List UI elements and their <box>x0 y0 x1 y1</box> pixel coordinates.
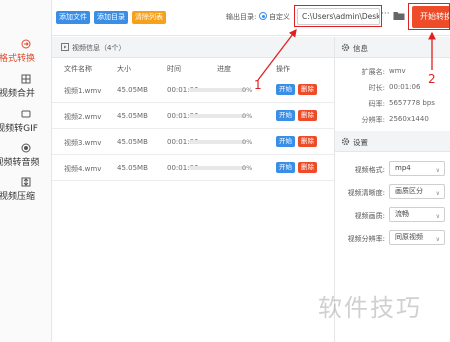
delete-button[interactable]: 删除 <box>298 110 317 121</box>
add-file-button[interactable]: 添加文件 <box>56 11 90 24</box>
column-header: 大小 <box>117 65 131 73</box>
select-value: mp4 <box>395 164 411 172</box>
start-button[interactable]: 开始 <box>276 162 295 173</box>
progress-percent: 0% <box>242 138 253 146</box>
gear-icon <box>341 137 350 146</box>
select-value: 同原视频 <box>395 233 423 241</box>
info-value: 2560x1440 <box>389 115 429 123</box>
sidebar-item-video-compress[interactable]: 视频压缩 <box>0 176 52 202</box>
file-size: 45.05MB <box>117 86 148 94</box>
table-header: 文件名称 大小 时间 进度 操作 <box>52 62 334 75</box>
info-value: 00:01:06 <box>389 83 421 91</box>
info-key: 扩展名: <box>361 68 385 76</box>
resolution-select[interactable]: 同原视频 ∨ <box>389 230 445 245</box>
settings-panel-header: 设置 <box>335 131 450 152</box>
delete-button[interactable]: 删除 <box>298 162 317 173</box>
audio-icon <box>21 142 32 153</box>
chevron-down-icon: ∨ <box>435 167 440 174</box>
table-row: 视频1.wmv 45.05MB 00:01:06 0% 开始 删除 <box>52 77 334 103</box>
file-size: 45.05MB <box>117 164 148 172</box>
delete-button[interactable]: 删除 <box>298 84 317 95</box>
setting-label: 视频格式: <box>354 166 385 174</box>
column-header: 时间 <box>167 65 181 73</box>
select-value: 流畅 <box>395 210 409 218</box>
custom-radio-label: 自定义 <box>269 13 290 21</box>
clarity-select[interactable]: 画质区分 ∨ <box>389 184 445 199</box>
video-icon <box>61 43 69 51</box>
video-info-header: 视频信息（4个） <box>52 37 334 58</box>
format-select[interactable]: mp4 ∨ <box>389 161 445 176</box>
sidebar-item-video-gif[interactable]: 视频转GIF <box>0 108 52 134</box>
info-panel-header: 信息 <box>335 37 450 58</box>
annotation-box-path <box>294 5 382 27</box>
start-button[interactable]: 开始 <box>276 84 295 95</box>
column-header: 操作 <box>276 65 290 73</box>
progress-bar <box>189 166 246 170</box>
table-row: 视频4.wmv 45.05MB 00:01:06 0% 开始 删除 <box>52 155 334 181</box>
delete-button[interactable]: 删除 <box>298 136 317 147</box>
progress-percent: 0% <box>242 86 253 94</box>
column-header: 文件名称 <box>64 65 92 73</box>
annotation-number-1: 1 <box>254 78 262 92</box>
file-name: 视频3.wmv <box>64 139 102 147</box>
video-info-title: 视频信息（4个） <box>72 44 126 52</box>
settings-panel-title: 设置 <box>353 138 368 147</box>
progress-bar <box>189 140 246 144</box>
file-name: 视频2.wmv <box>64 113 102 121</box>
browse-more-button[interactable]: ··· <box>381 9 390 19</box>
file-size: 45.05MB <box>117 112 148 120</box>
setting-label: 视频画质: <box>354 212 385 220</box>
chevron-down-icon: ∨ <box>435 213 440 220</box>
annotation-box-start <box>408 3 450 30</box>
info-value: wmv <box>389 67 406 75</box>
progress-bar <box>189 88 246 92</box>
sidebar-item-label: 视频合并 <box>0 89 35 99</box>
progress-percent: 0% <box>242 112 253 120</box>
sidebar-item-label: 视频压缩 <box>0 192 35 202</box>
setting-label: 视频清晰度: <box>347 189 385 197</box>
file-name: 视频1.wmv <box>64 87 102 95</box>
output-dir-label: 输出目录: <box>226 13 257 21</box>
chevron-down-icon: ∨ <box>435 236 440 243</box>
file-size: 45.05MB <box>117 138 148 146</box>
sidebar: 格式转换 视频合并 视频转GIF 视频转音频 视频压缩 <box>0 0 52 342</box>
progress-bar <box>189 114 246 118</box>
sidebar-item-video-merge[interactable]: 视频合并 <box>0 73 52 99</box>
progress-percent: 0% <box>242 164 253 172</box>
custom-radio[interactable] <box>259 12 267 20</box>
start-button[interactable]: 开始 <box>276 110 295 121</box>
info-value: 5657778 bps <box>389 99 435 107</box>
sidebar-item-format-convert[interactable]: 格式转换 <box>0 38 52 64</box>
sidebar-item-video-audio[interactable]: 视频转音频 <box>0 142 52 168</box>
info-key: 分辨率: <box>361 116 385 124</box>
sidebar-item-label: 视频转音频 <box>0 158 40 168</box>
info-panel-title: 信息 <box>353 44 368 53</box>
annotation-number-2: 2 <box>428 72 436 86</box>
add-directory-button[interactable]: 添加目录 <box>94 11 128 24</box>
column-header: 进度 <box>217 65 231 73</box>
sidebar-item-label: 格式转换 <box>0 54 35 64</box>
folder-icon[interactable] <box>393 10 405 21</box>
start-button[interactable]: 开始 <box>276 136 295 147</box>
table-row: 视频3.wmv 45.05MB 00:01:06 0% 开始 删除 <box>52 129 334 155</box>
convert-icon <box>21 38 32 49</box>
gear-icon <box>341 43 350 52</box>
compress-icon <box>21 176 32 187</box>
watermark: 软件技巧 <box>318 294 422 322</box>
file-name: 视频4.wmv <box>64 165 102 173</box>
merge-icon <box>21 73 32 84</box>
setting-label: 视频分辨率: <box>347 235 385 243</box>
info-key: 时长: <box>368 84 385 92</box>
clear-list-button[interactable]: 清除列表 <box>132 11 166 24</box>
gif-icon <box>21 108 32 119</box>
table-row: 视频2.wmv 45.05MB 00:01:06 0% 开始 删除 <box>52 103 334 129</box>
select-value: 画质区分 <box>395 187 423 195</box>
sidebar-item-label: 视频转GIF <box>0 124 38 134</box>
chevron-down-icon: ∨ <box>435 190 440 197</box>
quality-select[interactable]: 流畅 ∨ <box>389 207 445 222</box>
info-key: 码率: <box>368 100 385 108</box>
